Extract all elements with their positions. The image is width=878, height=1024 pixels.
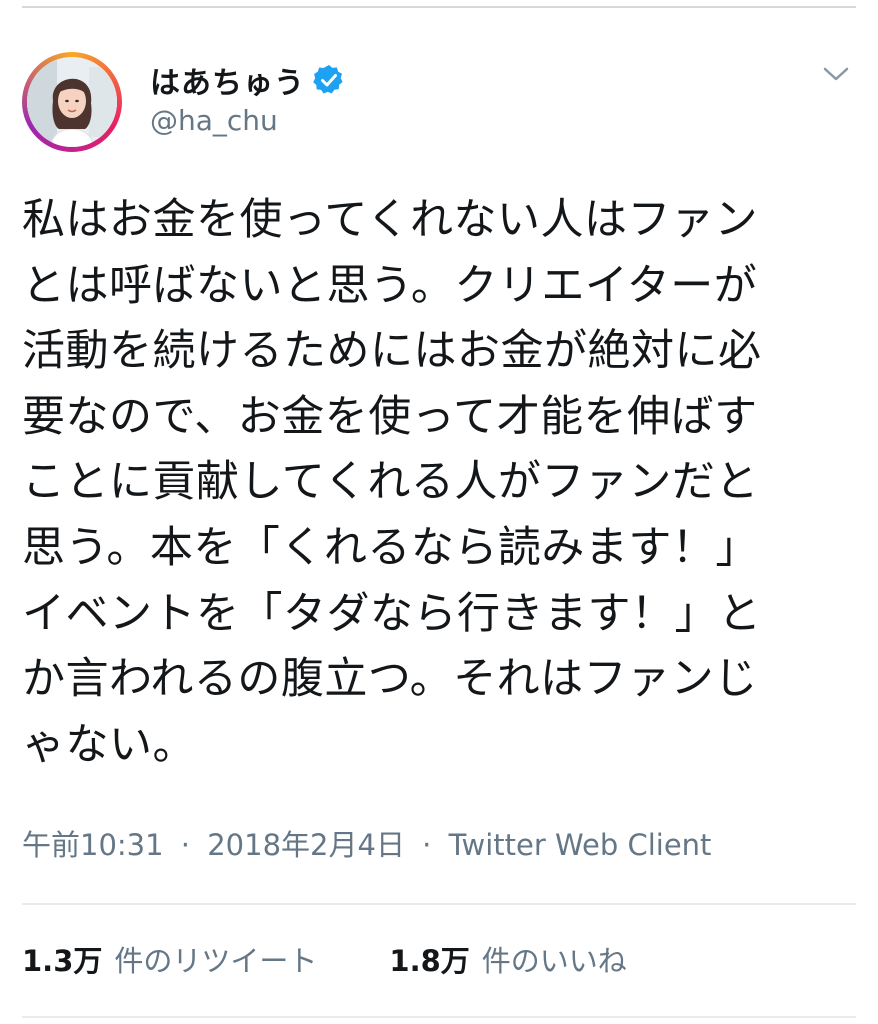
tweet-text: 私はお金を使ってくれない人はファン とは呼ばないと思う。クリエイターが 活動を続… xyxy=(22,188,856,778)
retweet-stat[interactable]: 1.3万 件のリツイート xyxy=(22,938,317,980)
author-name-row[interactable]: はあちゅう xyxy=(150,58,345,102)
tweet-text-line: ゃない。 xyxy=(22,719,196,770)
metadata-divider xyxy=(22,903,856,905)
tweet-date[interactable]: 2018年2月4日 xyxy=(207,828,405,862)
retweet-count: 1.3万 xyxy=(22,944,103,978)
tweet-text-line: とは呼ばないと思う。クリエイターが xyxy=(22,260,758,311)
tweet-text-line: イベントを「タダなら行きます！」と xyxy=(22,588,762,639)
tweet-header: はあちゅう @ha_chu xyxy=(22,52,856,152)
like-label: 件のいいね xyxy=(481,944,627,978)
tweet-text-line: か言われるの腹立つ。それはファンじ xyxy=(22,654,758,705)
separator-dot: · xyxy=(180,828,191,862)
tweet-text-line: 要なので、お金を使って才能を伸ばす xyxy=(22,391,758,442)
verified-badge-icon xyxy=(313,65,343,94)
avatar[interactable] xyxy=(22,52,122,152)
retweet-label: 件のリツイート xyxy=(114,944,318,978)
tweet-time[interactable]: 午前10:31 xyxy=(22,828,164,862)
avatar-image xyxy=(27,57,117,147)
separator-dot: · xyxy=(422,828,432,862)
stats-divider xyxy=(22,1016,856,1018)
like-stat[interactable]: 1.8万 件のいいね xyxy=(389,938,626,980)
tweet-text-line: 思う。本を「くれるなら読みます！」 xyxy=(22,522,759,573)
tweet-source[interactable]: Twitter Web Client xyxy=(449,828,712,862)
tweet-text-line: 私はお金を使ってくれない人はファン xyxy=(22,195,759,245)
author-handle[interactable]: @ha_chu xyxy=(150,104,278,137)
tweet-text-line: 活動を続けるためにはお金が絶対に必 xyxy=(22,326,762,377)
tweet-metadata: 午前10:31 · 2018年2月4日 · Twitter Web Client xyxy=(22,822,711,864)
display-name[interactable]: はあちゅう xyxy=(150,58,305,102)
like-count: 1.8万 xyxy=(389,944,470,978)
tweet-stats: 1.3万 件のリツイート 1.8万 件のいいね xyxy=(22,934,627,984)
top-divider xyxy=(22,6,856,8)
chevron-down-icon[interactable] xyxy=(822,64,850,84)
tweet-text-line: ことに貢献してくれる人がファンだと xyxy=(22,457,759,508)
